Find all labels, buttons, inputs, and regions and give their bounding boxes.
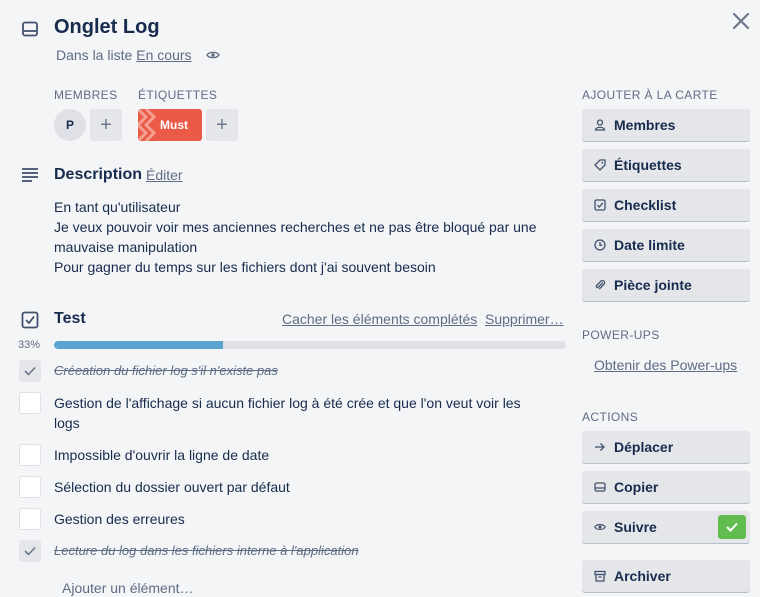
check-icon bbox=[24, 366, 36, 376]
add-member-button[interactable]: + bbox=[90, 109, 122, 141]
description-icon bbox=[21, 167, 39, 183]
checklist-title[interactable]: Test bbox=[54, 310, 86, 328]
checklist-item[interactable]: Gestion des erreures bbox=[54, 509, 185, 529]
avatar[interactable]: P bbox=[54, 109, 86, 141]
in-list-line: Dans la liste En cours bbox=[56, 47, 220, 63]
archive-button[interactable]: Archiver bbox=[582, 560, 750, 592]
checklist-button[interactable]: Checklist bbox=[582, 189, 750, 221]
labels-button[interactable]: Étiquettes bbox=[582, 149, 750, 181]
delete-checklist-link[interactable]: Supprimer… bbox=[485, 311, 564, 327]
copy-button[interactable]: Copier bbox=[582, 471, 750, 503]
move-button-label: Déplacer bbox=[614, 439, 674, 455]
checkbox-icon bbox=[594, 199, 608, 211]
description-title: Description bbox=[54, 166, 143, 183]
label-pattern-icon bbox=[138, 109, 156, 141]
description-line: Pour gagner du temps sur les fichiers do… bbox=[54, 259, 436, 275]
progress-fill bbox=[54, 341, 223, 349]
powerups-heading: POWER-UPS bbox=[582, 328, 660, 342]
item-checkbox[interactable] bbox=[19, 540, 41, 562]
members-heading: MEMBRES bbox=[54, 88, 118, 102]
checklist-icon bbox=[21, 311, 39, 329]
item-checkbox[interactable] bbox=[19, 392, 41, 414]
checklist-item[interactable]: Créeation du fichier log s'il n'existe p… bbox=[54, 361, 278, 381]
checklist-item[interactable]: Sélection du dossier ouvert par défaut bbox=[54, 477, 290, 497]
checklist-item[interactable]: Gestion de l'affichage si aucun fichier … bbox=[54, 393, 521, 413]
watch-active-check-icon bbox=[718, 515, 746, 539]
checklist-item[interactable]: Lecture du log dans les fichiers interne… bbox=[54, 541, 359, 561]
paperclip-icon bbox=[594, 279, 608, 291]
archive-icon bbox=[594, 570, 608, 582]
card-icon bbox=[21, 20, 39, 38]
item-checkbox[interactable] bbox=[19, 476, 41, 498]
attachment-button-label: Pièce jointe bbox=[614, 277, 692, 293]
checklist-item[interactable]: Impossible d'ouvrir la ligne de date bbox=[54, 445, 269, 465]
watch-button[interactable]: Suivre bbox=[582, 511, 750, 543]
archive-button-label: Archiver bbox=[614, 568, 671, 584]
card-title[interactable]: Onglet Log bbox=[54, 16, 160, 39]
person-icon bbox=[594, 119, 608, 131]
check-icon bbox=[24, 546, 36, 556]
labels-heading: ÉTIQUETTES bbox=[138, 88, 218, 102]
actions-heading: ACTIONS bbox=[582, 410, 639, 424]
label-must-text: Must bbox=[160, 118, 188, 132]
eye-icon bbox=[594, 522, 608, 532]
get-powerups-link[interactable]: Obtenir des Power-ups bbox=[594, 357, 737, 373]
description-line: Je veux pouvoir voir mes anciennes reche… bbox=[54, 219, 537, 235]
item-checkbox[interactable] bbox=[19, 508, 41, 530]
progress-bar bbox=[54, 341, 566, 349]
due-date-button-label: Date limite bbox=[614, 237, 685, 253]
label-must[interactable]: Must bbox=[138, 109, 202, 141]
item-checkbox[interactable] bbox=[19, 360, 41, 382]
progress-percent: 33% bbox=[18, 339, 41, 351]
card-icon bbox=[594, 481, 608, 493]
eye-icon bbox=[205, 50, 220, 60]
attachment-button[interactable]: Pièce jointe bbox=[582, 269, 750, 301]
tag-icon bbox=[594, 159, 608, 171]
item-checkbox[interactable] bbox=[19, 444, 41, 466]
close-icon[interactable] bbox=[730, 10, 752, 32]
add-label-button[interactable]: + bbox=[206, 109, 238, 141]
description-line: En tant qu'utilisateur bbox=[54, 199, 181, 215]
clock-icon bbox=[594, 239, 608, 251]
arrow-right-icon bbox=[594, 441, 608, 453]
checklist-item-continued[interactable]: logs bbox=[54, 413, 80, 433]
add-to-card-heading: AJOUTER À LA CARTE bbox=[582, 88, 718, 102]
edit-description-link[interactable]: Éditer bbox=[146, 167, 183, 183]
watch-button-label: Suivre bbox=[614, 519, 657, 535]
add-item-button[interactable]: Ajouter un élément… bbox=[62, 580, 194, 596]
list-name-link[interactable]: En cours bbox=[136, 47, 191, 63]
due-date-button[interactable]: Date limite bbox=[582, 229, 750, 261]
members-button-label: Membres bbox=[614, 117, 676, 133]
labels-button-label: Étiquettes bbox=[614, 157, 682, 173]
hide-completed-link[interactable]: Cacher les éléments complétés bbox=[282, 311, 477, 327]
description-line: mauvaise manipulation bbox=[54, 239, 198, 255]
in-list-prefix: Dans la liste bbox=[56, 47, 133, 63]
members-button[interactable]: Membres bbox=[582, 109, 750, 141]
move-button[interactable]: Déplacer bbox=[582, 431, 750, 463]
checklist-button-label: Checklist bbox=[614, 197, 677, 213]
copy-button-label: Copier bbox=[614, 479, 659, 495]
